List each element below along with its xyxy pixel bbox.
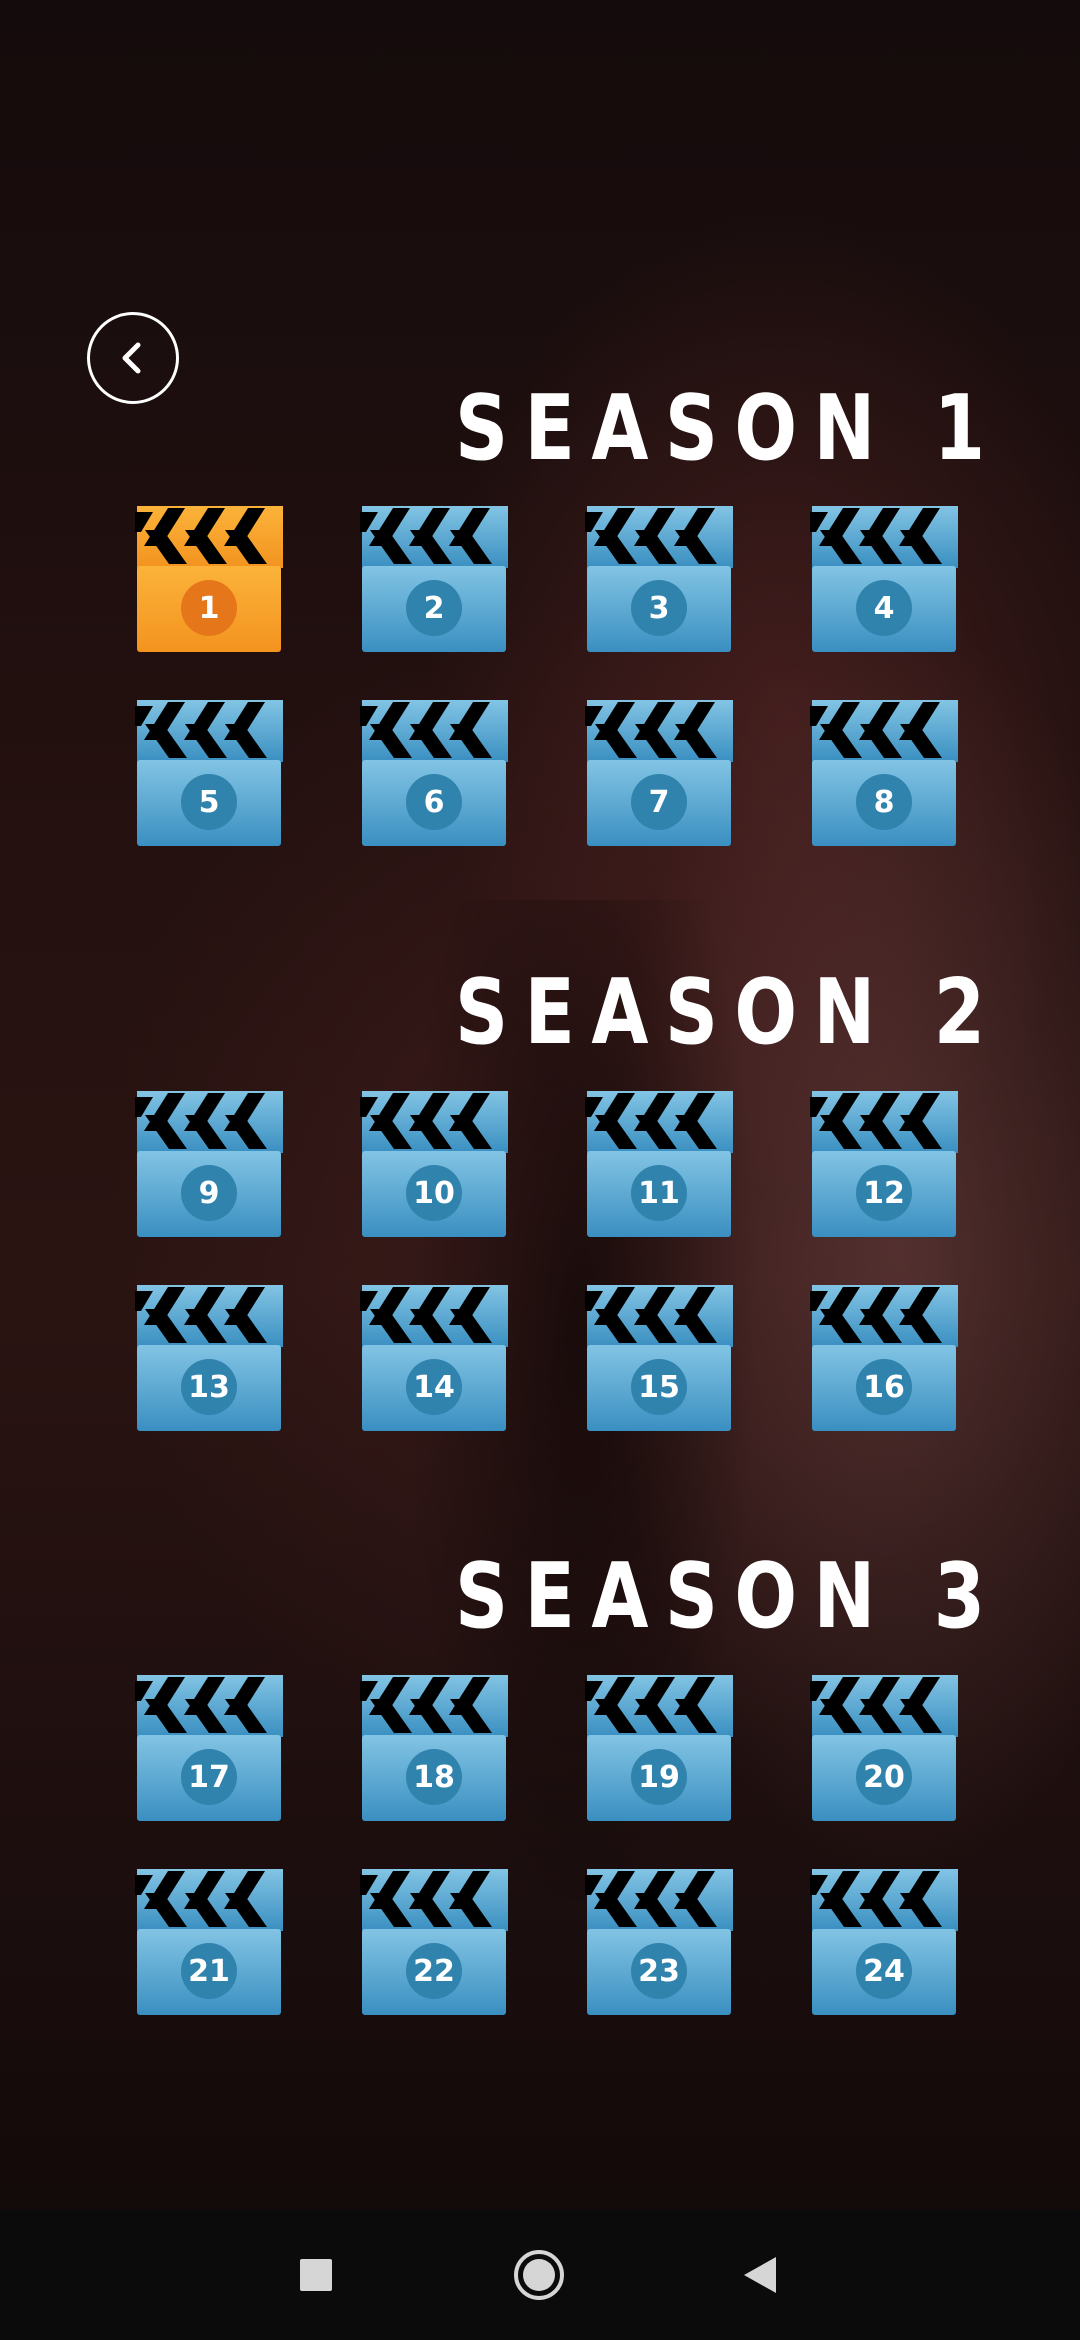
episode-number-badge: 15 [631, 1359, 687, 1415]
episode-19-button[interactable]: 19 [585, 1675, 733, 1823]
episode-number-badge: 19 [631, 1749, 687, 1805]
season-3-episode-grid: 17 18 19 20 21 22 23 24 [135, 1675, 961, 2017]
episode-number-badge: 16 [856, 1359, 912, 1415]
episode-number-badge: 21 [181, 1943, 237, 1999]
episode-20-button[interactable]: 20 [810, 1675, 958, 1823]
home-button[interactable] [506, 2242, 572, 2308]
episode-number-badge: 9 [181, 1165, 237, 1221]
episode-number-badge: 6 [406, 774, 462, 830]
episode-2-button[interactable]: 2 [360, 506, 508, 654]
episode-17-button[interactable]: 17 [135, 1675, 283, 1823]
episode-18-button[interactable]: 18 [360, 1675, 508, 1823]
episode-16-button[interactable]: 16 [810, 1285, 958, 1433]
season-1-episode-grid: 1 2 3 4 5 6 7 8 [135, 506, 961, 848]
chevron-left-icon [122, 342, 141, 374]
episode-22-button[interactable]: 22 [360, 1869, 508, 2017]
episode-number-badge: 17 [181, 1749, 237, 1805]
episode-number-badge: 18 [406, 1749, 462, 1805]
circle-home-icon [514, 2250, 564, 2300]
episode-number-badge: 22 [406, 1943, 462, 1999]
episode-number-badge: 23 [631, 1943, 687, 1999]
recents-button[interactable] [283, 2242, 349, 2308]
episode-11-button[interactable]: 11 [585, 1091, 733, 1239]
episode-number-badge: 12 [856, 1165, 912, 1221]
season-2-episode-grid: 9 10 11 12 13 14 15 16 [135, 1091, 961, 1433]
episode-number-badge: 11 [631, 1165, 687, 1221]
episode-14-button[interactable]: 14 [360, 1285, 508, 1433]
episode-1-button[interactable]: 1 [135, 506, 283, 654]
episode-number-badge: 20 [856, 1749, 912, 1805]
episode-23-button[interactable]: 23 [585, 1869, 733, 2017]
episode-number-badge: 24 [856, 1943, 912, 1999]
episode-3-button[interactable]: 3 [585, 506, 733, 654]
episode-9-button[interactable]: 9 [135, 1091, 283, 1239]
episode-number-badge: 10 [406, 1165, 462, 1221]
episode-21-button[interactable]: 21 [135, 1869, 283, 2017]
episode-8-button[interactable]: 8 [810, 700, 958, 848]
episode-number-badge: 13 [181, 1359, 237, 1415]
season-2-title: SEASON 2 [455, 960, 1002, 1065]
episode-number-badge: 5 [181, 774, 237, 830]
episode-10-button[interactable]: 10 [360, 1091, 508, 1239]
episode-7-button[interactable]: 7 [585, 700, 733, 848]
episode-number-badge: 8 [856, 774, 912, 830]
episode-24-button[interactable]: 24 [810, 1869, 958, 2017]
square-recents-icon [300, 2259, 332, 2291]
episode-4-button[interactable]: 4 [810, 506, 958, 654]
episode-number-badge: 4 [856, 580, 912, 636]
episode-12-button[interactable]: 12 [810, 1091, 958, 1239]
episode-number-badge: 3 [631, 580, 687, 636]
triangle-back-icon [744, 2257, 776, 2293]
episode-number-badge: 7 [631, 774, 687, 830]
system-back-button[interactable] [727, 2242, 793, 2308]
episode-number-badge: 14 [406, 1359, 462, 1415]
episode-number-badge: 1 [181, 580, 237, 636]
episode-13-button[interactable]: 13 [135, 1285, 283, 1433]
episode-number-badge: 2 [406, 580, 462, 636]
back-button[interactable] [87, 312, 179, 404]
episode-6-button[interactable]: 6 [360, 700, 508, 848]
season-1-title: SEASON 1 [455, 376, 1002, 481]
episode-5-button[interactable]: 5 [135, 700, 283, 848]
episode-15-button[interactable]: 15 [585, 1285, 733, 1433]
season-3-title: SEASON 3 [455, 1544, 1002, 1649]
